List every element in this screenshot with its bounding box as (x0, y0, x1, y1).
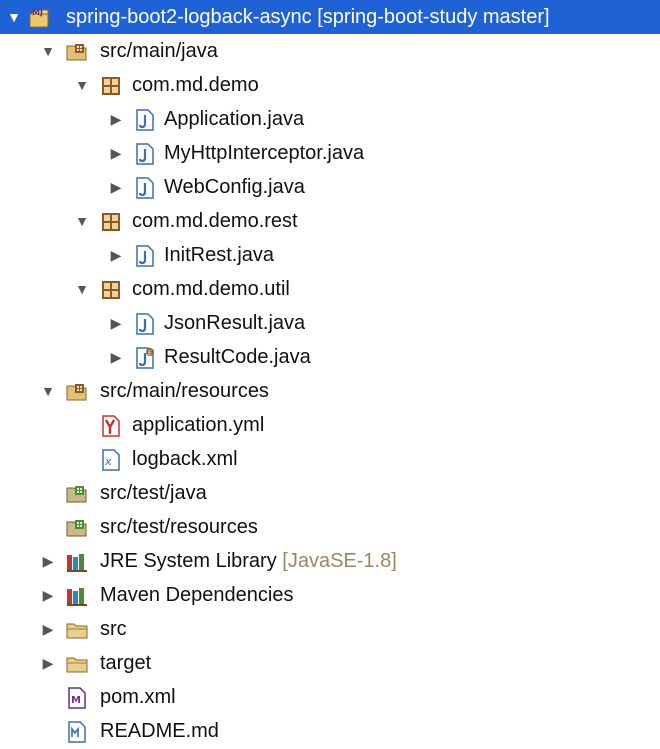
svg-text:x: x (104, 455, 112, 468)
tree-item-logback-xml[interactable]: x logback.xml (0, 442, 660, 476)
tree-item-src[interactable]: ▶ src (0, 612, 660, 646)
tree-item-label: WebConfig.java (164, 176, 305, 198)
collapsed-arrow-icon[interactable]: ▶ (38, 578, 58, 612)
tree-item-project[interactable]: ▼ MJ spring-boot2-logback-async [spring-… (0, 0, 660, 34)
tree-item-maven-dependencies[interactable]: ▶ Maven Dependencies (0, 578, 660, 612)
source-folder-icon (66, 483, 88, 505)
expanded-arrow-icon[interactable]: ▼ (72, 68, 92, 102)
tree-item-src-test-resources[interactable]: src/test/resources (0, 510, 660, 544)
tree-item-label: com.md.demo (132, 74, 259, 96)
expanded-arrow-icon[interactable]: ▼ (38, 374, 58, 408)
collapsed-arrow-icon[interactable]: ▶ (38, 544, 58, 578)
markdown-file-icon (66, 721, 88, 743)
maven-pom-icon: M (66, 687, 88, 709)
tree-item-label: MyHttpInterceptor.java (164, 142, 365, 164)
tree-item-label: ResultCode.java (164, 346, 311, 368)
tree-item-readme-md[interactable]: README.md (0, 714, 660, 748)
collapsed-arrow-icon[interactable]: ▶ (38, 612, 58, 646)
svg-text:MJ: MJ (32, 8, 43, 17)
tree-item-package-com-md-demo-rest[interactable]: ▼ com.md.demo.rest (0, 204, 660, 238)
project-explorer-tree: ▼ MJ spring-boot2-logback-async [spring-… (0, 0, 660, 743)
library-icon (66, 551, 88, 573)
tree-item-label: target (100, 652, 152, 674)
tree-item-label: src/test/resources (100, 516, 258, 538)
tree-item-label: com.md.demo.rest (132, 210, 298, 232)
tree-item-label: logback.xml (132, 448, 238, 470)
tree-item-label: src/test/java (100, 482, 207, 504)
tree-item-label: src/main/resources (100, 380, 269, 402)
tree-item-pom-xml[interactable]: M pom.xml (0, 680, 660, 714)
tree-item-package-com-md-demo[interactable]: ▼ com.md.demo (0, 68, 660, 102)
tree-item-src-main-java[interactable]: ▼ src/main/java (0, 34, 660, 68)
svg-text:E: E (148, 350, 152, 357)
tree-item-label: src (100, 618, 127, 640)
collapsed-arrow-icon[interactable]: ▶ (106, 170, 126, 204)
package-icon (100, 75, 122, 97)
tree-item-initrest-java[interactable]: ▶ InitRest.java (0, 238, 660, 272)
library-icon (66, 585, 88, 607)
tree-item-label: JRE System Library [JavaSE-1.8] (100, 544, 397, 578)
source-folder-icon (66, 517, 88, 539)
tree-item-src-main-resources[interactable]: ▼ src/main/resources (0, 374, 660, 408)
tree-item-label: pom.xml (100, 686, 176, 708)
tree-item-label: com.md.demo.util (132, 278, 290, 300)
java-file-icon (134, 143, 156, 165)
tree-item-label: Application.java (164, 108, 305, 130)
tree-item-jsonresult-java[interactable]: ▶ JsonResult.java (0, 306, 660, 340)
expanded-arrow-icon[interactable]: ▼ (4, 0, 24, 34)
tree-item-myhttpinterceptor-java[interactable]: ▶ MyHttpInterceptor.java (0, 136, 660, 170)
folder-icon (66, 653, 88, 675)
tree-item-label: JsonResult.java (164, 312, 306, 334)
source-folder-icon (66, 41, 88, 63)
source-folder-icon (66, 381, 88, 403)
package-icon (100, 211, 122, 233)
package-icon (100, 279, 122, 301)
tree-item-label: Maven Dependencies (100, 584, 294, 606)
collapsed-arrow-icon[interactable]: ▶ (106, 306, 126, 340)
tree-item-target[interactable]: ▶ target (0, 646, 660, 680)
java-file-icon (134, 109, 156, 131)
expanded-arrow-icon[interactable]: ▼ (72, 204, 92, 238)
collapsed-arrow-icon[interactable]: ▶ (106, 340, 126, 374)
collapsed-arrow-icon[interactable]: ▶ (106, 136, 126, 170)
tree-item-label: InitRest.java (164, 244, 275, 266)
collapsed-arrow-icon[interactable]: ▶ (106, 102, 126, 136)
maven-project-icon: MJ (28, 7, 50, 29)
tree-item-webconfig-java[interactable]: ▶ WebConfig.java (0, 170, 660, 204)
java-file-icon (134, 313, 156, 335)
tree-item-application-yml[interactable]: application.yml (0, 408, 660, 442)
tree-item-label: application.yml (132, 414, 265, 436)
yaml-file-icon (100, 415, 122, 437)
expanded-arrow-icon[interactable]: ▼ (38, 34, 58, 68)
tree-item-package-com-md-demo-util[interactable]: ▼ com.md.demo.util (0, 272, 660, 306)
expanded-arrow-icon[interactable]: ▼ (72, 272, 92, 306)
tree-item-application-java[interactable]: ▶ Application.java (0, 102, 660, 136)
tree-item-label: README.md (100, 720, 219, 742)
jre-version-decoration: [JavaSE-1.8] (282, 550, 397, 572)
java-file-icon (134, 245, 156, 267)
java-enum-file-icon: E (134, 347, 156, 369)
tree-item-src-test-java[interactable]: src/test/java (0, 476, 660, 510)
tree-item-jre-system-library[interactable]: ▶ JRE System Library [JavaSE-1.8] (0, 544, 660, 578)
java-file-icon (134, 177, 156, 199)
svg-text:M: M (71, 695, 81, 706)
collapsed-arrow-icon[interactable]: ▶ (38, 646, 58, 680)
tree-item-label: src/main/java (100, 40, 218, 62)
folder-icon (66, 619, 88, 641)
library-name: JRE System Library (100, 550, 277, 572)
tree-item-label: spring-boot2-logback-async [spring-boot-… (66, 6, 550, 28)
tree-item-resultcode-java[interactable]: ▶ E ResultCode.java (0, 340, 660, 374)
xml-file-icon: x (100, 449, 122, 471)
collapsed-arrow-icon[interactable]: ▶ (106, 238, 126, 272)
